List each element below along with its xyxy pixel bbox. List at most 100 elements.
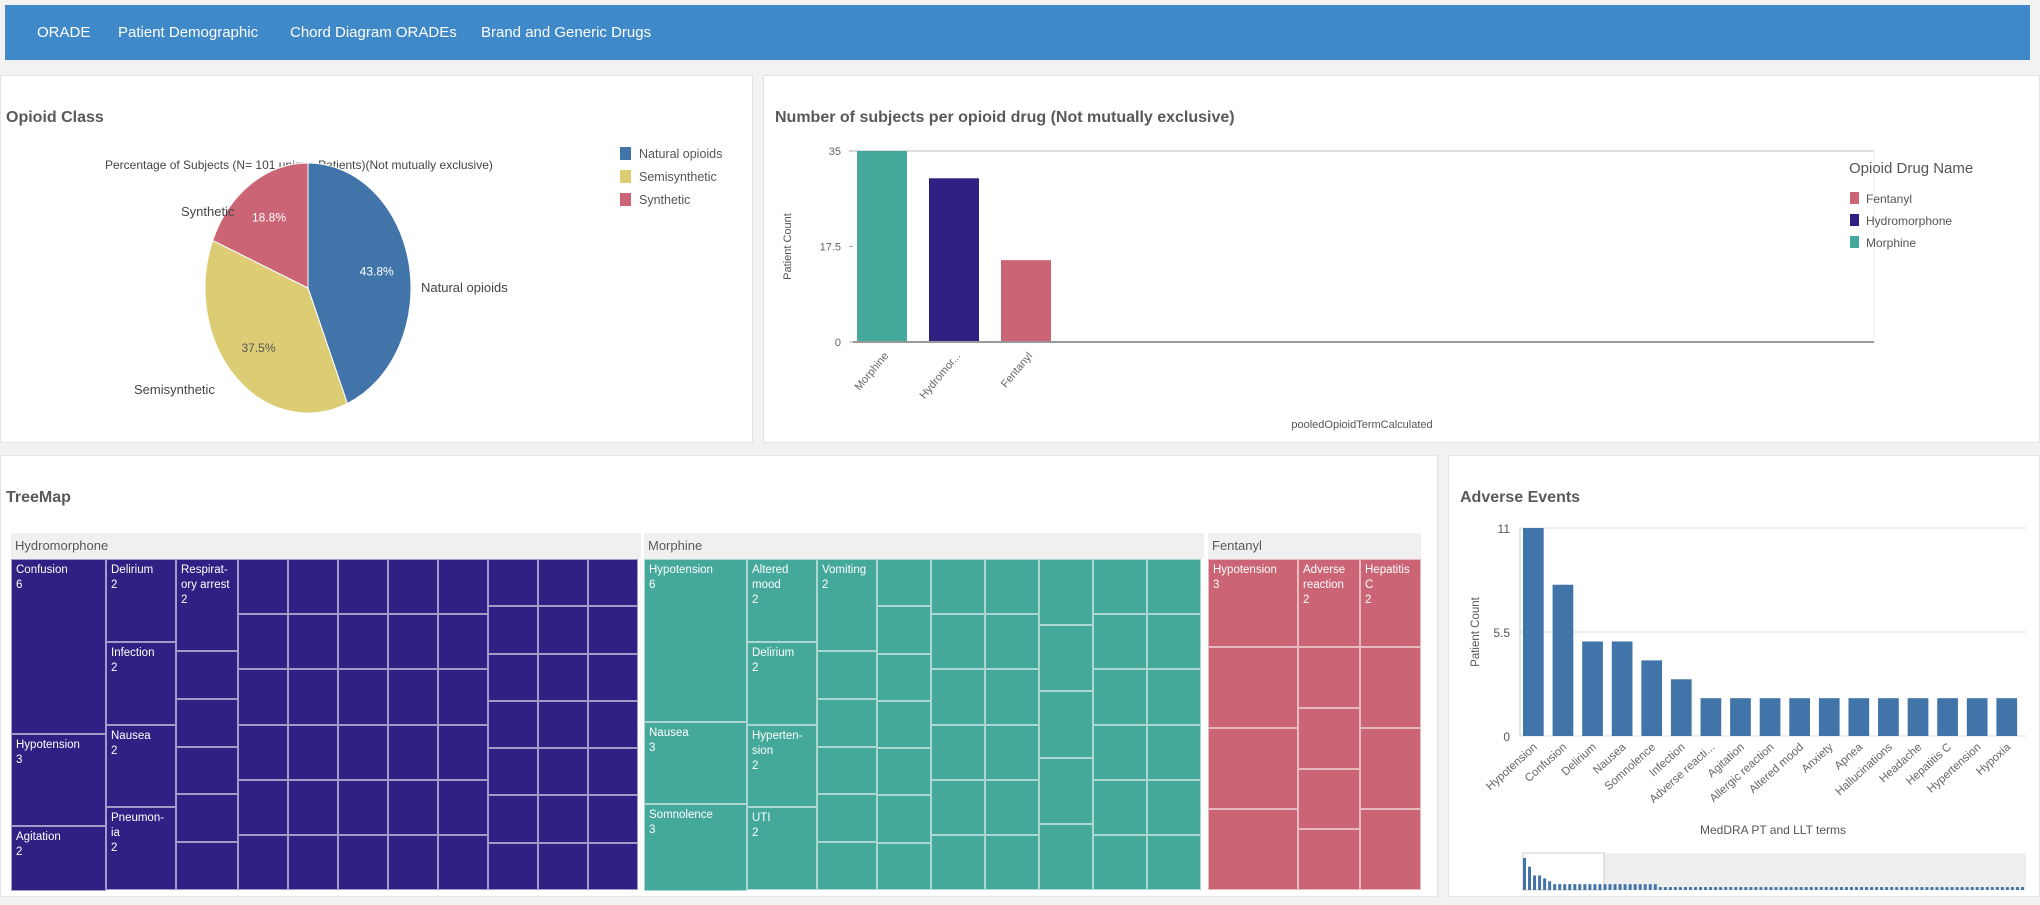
treemap-cell-unlabeled[interactable] bbox=[238, 614, 288, 670]
treemap-cell-unlabeled[interactable] bbox=[985, 724, 1039, 780]
treemap-cell-unlabeled[interactable] bbox=[877, 842, 931, 890]
treemap-cell[interactable]: Nausea 2 bbox=[106, 724, 176, 808]
treemap-cell-unlabeled[interactable] bbox=[488, 559, 538, 607]
tab-brand-generic-drugs[interactable]: Brand and Generic Drugs bbox=[481, 24, 651, 41]
treemap-cell-unlabeled[interactable] bbox=[877, 748, 931, 796]
treemap-cell-unlabeled[interactable] bbox=[176, 651, 238, 699]
treemap-cell-unlabeled[interactable] bbox=[538, 842, 588, 890]
treemap-cell-unlabeled[interactable] bbox=[1147, 614, 1201, 670]
treemap-cell-unlabeled[interactable] bbox=[338, 724, 388, 780]
treemap-group-header[interactable]: Hydromorphone bbox=[11, 533, 641, 559]
treemap-cell-unlabeled[interactable] bbox=[538, 606, 588, 654]
treemap-cell[interactable]: Infection 2 bbox=[106, 641, 176, 725]
treemap-cell[interactable]: Pneumon-ia 2 bbox=[106, 807, 176, 890]
treemap-cell-unlabeled[interactable] bbox=[931, 669, 985, 725]
treemap-cell-unlabeled[interactable] bbox=[1147, 669, 1201, 725]
treemap-cell-unlabeled[interactable] bbox=[388, 724, 438, 780]
treemap-cell-unlabeled[interactable] bbox=[931, 559, 985, 615]
tab-orade[interactable]: ORADE bbox=[37, 24, 90, 41]
treemap-cell-unlabeled[interactable] bbox=[338, 834, 388, 891]
tab-patient-demographic[interactable]: Patient Demographic bbox=[118, 24, 258, 41]
treemap-cell[interactable]: Vomiting 2 bbox=[817, 559, 877, 651]
treemap-cell-unlabeled[interactable] bbox=[1039, 625, 1093, 692]
treemap-cell-unlabeled[interactable] bbox=[238, 669, 288, 725]
treemap-cell-unlabeled[interactable] bbox=[1093, 614, 1147, 670]
treemap-cell-unlabeled[interactable] bbox=[817, 698, 877, 747]
treemap-cell-unlabeled[interactable] bbox=[388, 614, 438, 670]
treemap-cell[interactable]: Hypotension 3 bbox=[11, 734, 106, 826]
treemap-cell-unlabeled[interactable] bbox=[438, 559, 488, 615]
treemap-cell-unlabeled[interactable] bbox=[1093, 724, 1147, 780]
treemap-cell-unlabeled[interactable] bbox=[817, 794, 877, 843]
treemap-cell-unlabeled[interactable] bbox=[1093, 779, 1147, 835]
treemap-cell-unlabeled[interactable] bbox=[1039, 691, 1093, 758]
treemap-cell-unlabeled[interactable] bbox=[985, 779, 1039, 835]
treemap-cell-unlabeled[interactable] bbox=[931, 834, 985, 891]
treemap-cell-unlabeled[interactable] bbox=[588, 795, 638, 843]
treemap-cell-unlabeled[interactable] bbox=[1147, 724, 1201, 780]
treemap-cell-unlabeled[interactable] bbox=[817, 651, 877, 699]
treemap-cell-unlabeled[interactable] bbox=[288, 614, 338, 670]
treemap-cell-unlabeled[interactable] bbox=[238, 724, 288, 780]
treemap-cell-unlabeled[interactable] bbox=[1039, 823, 1093, 891]
treemap-cell-unlabeled[interactable] bbox=[338, 669, 388, 725]
treemap-cell-unlabeled[interactable] bbox=[1298, 829, 1360, 890]
treemap-cell-unlabeled[interactable] bbox=[538, 748, 588, 796]
treemap-cell-unlabeled[interactable] bbox=[438, 779, 488, 835]
treemap-cell-unlabeled[interactable] bbox=[488, 795, 538, 843]
treemap-cell-unlabeled[interactable] bbox=[488, 700, 538, 749]
treemap-cell-unlabeled[interactable] bbox=[1147, 779, 1201, 835]
treemap-cell-unlabeled[interactable] bbox=[877, 795, 931, 843]
treemap-cell-unlabeled[interactable] bbox=[877, 653, 931, 701]
treemap-cell-unlabeled[interactable] bbox=[1147, 834, 1201, 891]
treemap-cell-unlabeled[interactable] bbox=[176, 794, 238, 843]
treemap-cell[interactable]: Confusion 6 bbox=[11, 559, 106, 734]
treemap-cell-unlabeled[interactable] bbox=[588, 842, 638, 890]
treemap-cell-unlabeled[interactable] bbox=[588, 748, 638, 796]
treemap-cell-unlabeled[interactable] bbox=[1298, 707, 1360, 769]
treemap-cell-unlabeled[interactable] bbox=[588, 653, 638, 701]
treemap-cell-unlabeled[interactable] bbox=[931, 779, 985, 835]
treemap-cell-unlabeled[interactable] bbox=[288, 779, 338, 835]
treemap-cell-unlabeled[interactable] bbox=[338, 779, 388, 835]
treemap-cell-unlabeled[interactable] bbox=[438, 724, 488, 780]
treemap-cell-unlabeled[interactable] bbox=[338, 614, 388, 670]
treemap-cell-unlabeled[interactable] bbox=[1093, 669, 1147, 725]
treemap-cell-unlabeled[interactable] bbox=[176, 842, 238, 890]
treemap-cell-unlabeled[interactable] bbox=[1298, 647, 1360, 708]
treemap-cell-unlabeled[interactable] bbox=[288, 559, 338, 615]
treemap-cell-unlabeled[interactable] bbox=[877, 700, 931, 749]
treemap-cell-unlabeled[interactable] bbox=[176, 746, 238, 795]
treemap-cell-unlabeled[interactable] bbox=[985, 669, 1039, 725]
treemap-cell-unlabeled[interactable] bbox=[538, 559, 588, 607]
treemap-cell-unlabeled[interactable] bbox=[1039, 559, 1093, 626]
treemap-cell[interactable]: Hepatitis C 2 bbox=[1360, 559, 1421, 647]
treemap-cell[interactable]: Hyperten-sion 2 bbox=[747, 724, 817, 808]
treemap-cell-unlabeled[interactable] bbox=[176, 698, 238, 747]
treemap-group-header[interactable]: Fentanyl bbox=[1208, 533, 1421, 559]
treemap-cell-unlabeled[interactable] bbox=[388, 559, 438, 615]
treemap-cell-unlabeled[interactable] bbox=[388, 834, 438, 891]
treemap-cell-unlabeled[interactable] bbox=[931, 724, 985, 780]
treemap-cell-unlabeled[interactable] bbox=[1298, 768, 1360, 830]
treemap-cell-unlabeled[interactable] bbox=[438, 669, 488, 725]
treemap-cell-unlabeled[interactable] bbox=[538, 700, 588, 749]
treemap-cell-unlabeled[interactable] bbox=[488, 842, 538, 890]
treemap-cell[interactable]: Hypotension 3 bbox=[1208, 559, 1298, 647]
treemap-cell-unlabeled[interactable] bbox=[488, 748, 538, 796]
treemap-group-hydromorphone[interactable]: Hydromorphone Confusion 6 Hypotension 3 Agita… bbox=[11, 533, 641, 891]
treemap-cell-unlabeled[interactable] bbox=[985, 614, 1039, 670]
treemap-cell-unlabeled[interactable] bbox=[877, 606, 931, 654]
treemap-cell-unlabeled[interactable] bbox=[488, 653, 538, 701]
treemap-cell-unlabeled[interactable] bbox=[238, 559, 288, 615]
treemap-group-morphine[interactable]: Morphine Hypotension 6 Nausea 3 Somnolence 3 Al… bbox=[644, 533, 1204, 891]
treemap-cell-unlabeled[interactable] bbox=[985, 559, 1039, 615]
treemap-cell-unlabeled[interactable] bbox=[588, 700, 638, 749]
treemap-cell-unlabeled[interactable] bbox=[288, 669, 338, 725]
treemap-cell-unlabeled[interactable] bbox=[288, 724, 338, 780]
treemap-cell[interactable]: Altered mood 2 bbox=[747, 559, 817, 642]
treemap-cell-unlabeled[interactable] bbox=[238, 779, 288, 835]
treemap-cell-unlabeled[interactable] bbox=[288, 834, 338, 891]
treemap-cell-unlabeled[interactable] bbox=[1208, 728, 1298, 809]
treemap-cell[interactable]: Somnolence 3 bbox=[644, 804, 747, 891]
